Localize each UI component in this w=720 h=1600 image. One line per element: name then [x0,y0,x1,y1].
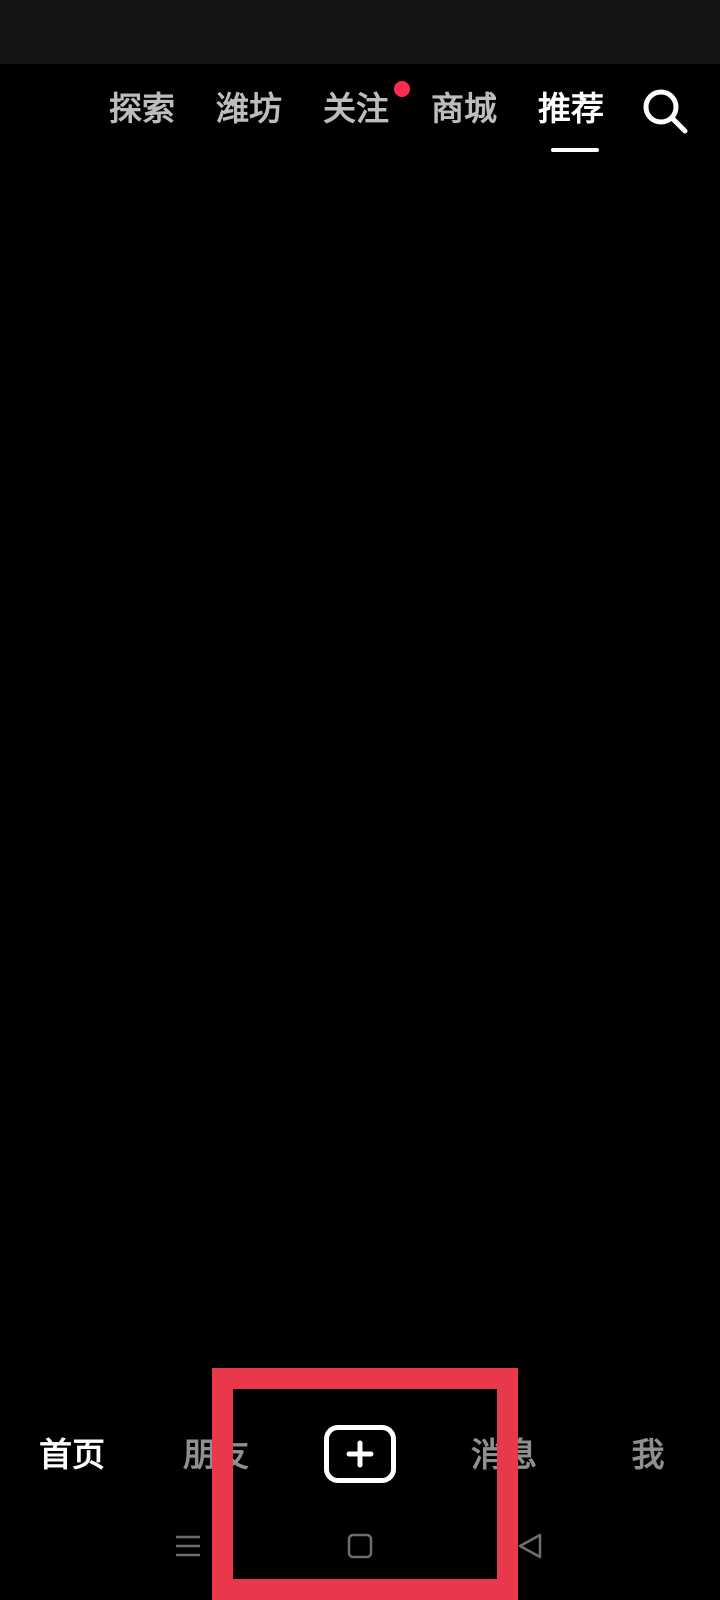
status-bar [0,0,720,64]
tab-following[interactable]: 关注 [311,86,401,136]
search-button[interactable] [638,84,694,140]
tab-friends[interactable]: 朋友 [156,1432,276,1478]
tab-home[interactable]: 首页 [12,1432,132,1478]
menu-icon [176,1535,200,1557]
tab-messages[interactable]: 消息 [444,1432,564,1478]
tab-explore[interactable]: 探索 [97,86,187,136]
app-screen: 探索 潍坊 关注 商城 推荐 首页 朋友 消息 我 [0,0,720,1600]
search-icon [643,89,688,134]
system-home-button[interactable] [346,1532,374,1564]
notification-dot-icon [394,81,410,97]
system-navigation-bar [0,1510,720,1600]
tab-friends-label: 朋友 [183,1435,249,1474]
video-feed-area[interactable] [0,154,720,1394]
system-menu-button[interactable] [174,1532,202,1564]
tab-weifang-label: 潍坊 [216,89,282,128]
tab-recommend-label: 推荐 [538,89,604,128]
tab-recommend[interactable]: 推荐 [526,86,616,152]
top-nav: 探索 潍坊 关注 商城 推荐 [0,64,720,154]
tab-messages-label: 消息 [471,1435,537,1474]
active-tab-indicator [551,148,599,152]
tab-mall-label: 商城 [431,89,497,128]
back-triangle-icon [518,1533,542,1559]
tab-following-label: 关注 [323,89,389,128]
home-square-icon [347,1533,373,1559]
tab-me-label: 我 [631,1435,665,1474]
tab-explore-label: 探索 [109,89,175,128]
system-back-button[interactable] [516,1532,544,1564]
plus-icon [346,1440,374,1468]
tab-mall[interactable]: 商城 [419,86,509,136]
bottom-nav: 首页 朋友 消息 我 [0,1406,720,1506]
create-button[interactable] [324,1425,396,1483]
tab-weifang[interactable]: 潍坊 [204,86,294,136]
tab-me[interactable]: 我 [588,1432,708,1478]
tab-home-label: 首页 [39,1435,105,1474]
